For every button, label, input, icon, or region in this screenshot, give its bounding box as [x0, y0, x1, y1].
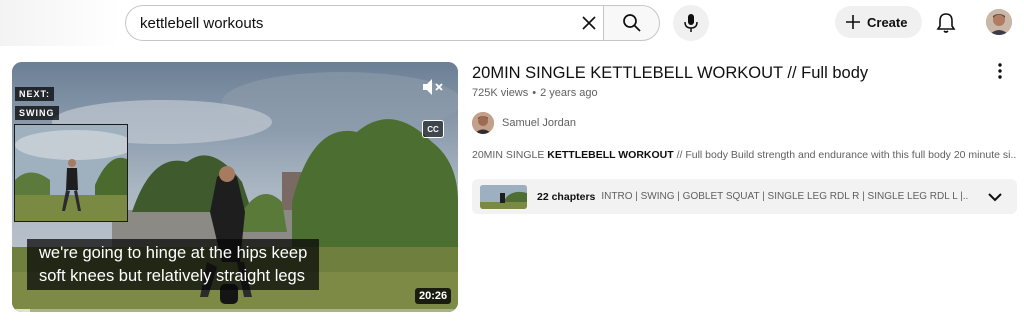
upload-age: 2 years ago: [540, 87, 598, 99]
caption-line-2: soft knees but relatively straight legs: [39, 267, 305, 285]
clear-search-button[interactable]: [574, 8, 604, 38]
up-next-label: NEXT:: [15, 87, 55, 101]
create-button-label: Create: [867, 14, 908, 30]
channel-info[interactable]: Samuel Jordan: [472, 112, 576, 134]
description-text-start: 20MIN SINGLE: [472, 149, 548, 161]
volume-muted-icon: [423, 79, 443, 95]
bell-icon: [936, 13, 956, 33]
channel-avatar[interactable]: [472, 112, 494, 134]
search-icon: [622, 14, 641, 32]
channel-avatar-image: [472, 112, 494, 134]
chapters-thumbnail: [480, 184, 527, 209]
view-count: 725K views: [472, 87, 529, 99]
top-bar-fade: [0, 0, 120, 46]
search-button[interactable]: [603, 5, 660, 41]
plus-icon: [846, 15, 860, 29]
create-button[interactable]: Create: [835, 6, 922, 38]
close-icon: [582, 16, 596, 30]
expand-chapters-button[interactable]: [985, 187, 1005, 207]
progress-bar[interactable]: [12, 309, 458, 312]
progress-bar-fill: [12, 309, 30, 312]
account-avatar[interactable]: [986, 9, 1012, 35]
video-duration: 20:26: [415, 288, 452, 304]
up-next-thumbnail[interactable]: [14, 124, 128, 222]
chapters-list: INTRO | SWING | GOBLET SQUAT | SINGLE LE…: [601, 191, 970, 202]
more-vertical-icon: [998, 63, 1002, 79]
video-description-snippet: 20MIN SINGLE KETTLEBELL WORKOUT // Full …: [472, 149, 1017, 161]
search-box[interactable]: [125, 5, 603, 41]
video-title[interactable]: 20MIN SINGLE KETTLEBELL WORKOUT // Full …: [472, 64, 868, 83]
caption-line-1: we're going to hinge at the hips keep: [39, 244, 308, 262]
voice-search-button[interactable]: [673, 5, 709, 41]
channel-name[interactable]: Samuel Jordan: [502, 117, 576, 129]
description-highlight: KETTLEBELL WORKOUT: [547, 149, 674, 161]
video-metadata: 725K views • 2 years ago: [472, 87, 598, 99]
description-text-end: // Full body Build strength and enduranc…: [673, 149, 1017, 161]
chevron-down-icon: [988, 193, 1002, 202]
chapters-thumbnail-image: [480, 184, 527, 209]
caption-box: we're going to hinge at the hips keep so…: [27, 239, 320, 290]
avatar-image: [986, 9, 1012, 35]
video-player[interactable]: NEXT: SWING CC we're going to hinge at t…: [12, 62, 458, 312]
microphone-icon: [684, 14, 698, 32]
mute-button[interactable]: [420, 75, 446, 99]
chapters-count: 22 chapters: [537, 190, 596, 203]
up-next-title: SWING: [15, 106, 59, 120]
search-input[interactable]: [140, 14, 560, 32]
closed-captions-button[interactable]: CC: [422, 120, 444, 138]
up-next-preview-image: [15, 125, 127, 221]
chapters-bar[interactable]: 22 chapters INTRO | SWING | GOBLET SQUAT…: [472, 179, 1017, 214]
separator-dot: •: [532, 87, 537, 99]
notifications-button[interactable]: [931, 8, 961, 38]
more-actions-button[interactable]: [990, 62, 1010, 80]
